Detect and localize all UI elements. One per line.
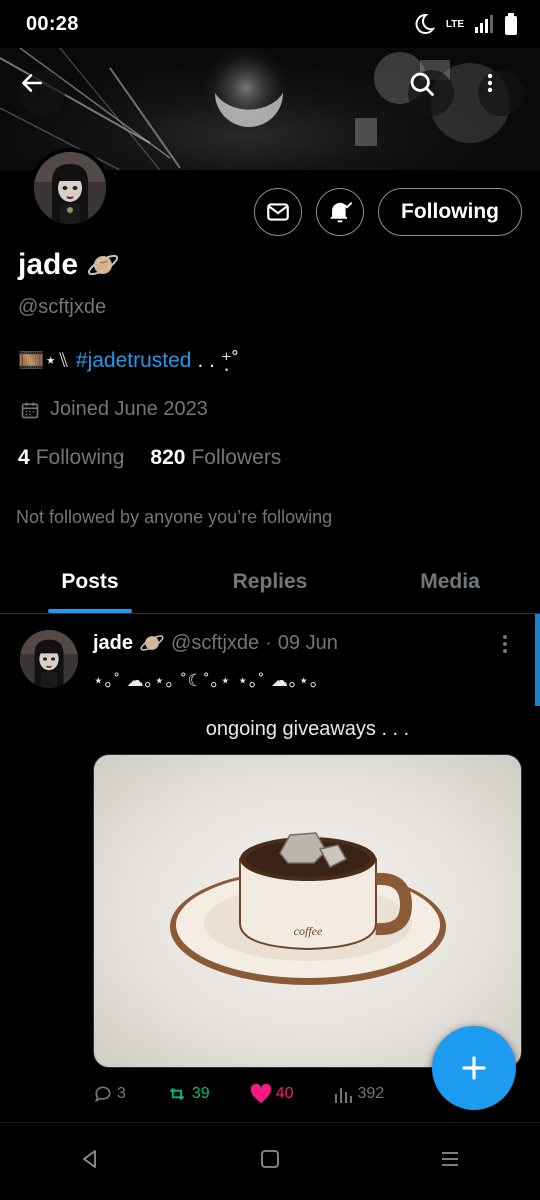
scroll-indicator[interactable] (535, 614, 540, 706)
more-vertical-icon (487, 73, 493, 93)
message-button[interactable] (254, 188, 303, 236)
more-vertical-icon (503, 635, 507, 653)
heart-icon (250, 1084, 271, 1104)
plus-icon (462, 1056, 486, 1080)
profile-bio: 🎞️⋆⑊ #jadetrusted . . ⁺̣˚ (18, 348, 239, 373)
tab-replies[interactable]: Replies (180, 550, 360, 613)
bell-check-icon (330, 202, 353, 223)
profile-avatar[interactable] (30, 148, 110, 228)
nav-back-button[interactable] (79, 1148, 101, 1175)
notifications-button[interactable] (316, 188, 365, 236)
following-count: 4 (18, 446, 30, 469)
nav-recents-button[interactable] (439, 1148, 461, 1175)
joined-text: Joined June 2023 (50, 398, 208, 420)
back-button[interactable] (19, 70, 65, 116)
avatar-image (34, 152, 106, 224)
not-followed-note: Not followed by anyone you’re following (16, 507, 333, 527)
reply-count: 3 (117, 1085, 126, 1102)
following-stat[interactable]: 4 Following (18, 446, 124, 470)
battery-icon (505, 13, 517, 35)
bio-hashtag-link[interactable]: #jadetrusted (76, 349, 192, 373)
post-header: jade @scftjxde · 09 Jun (93, 630, 338, 656)
views-button[interactable]: 392 (334, 1085, 385, 1103)
status-icons: LTE (412, 12, 518, 36)
status-time: 00:28 (26, 12, 79, 35)
like-count: 40 (275, 1085, 294, 1102)
back-arrow-icon (22, 74, 42, 92)
post-decor-line: ⋆｡˚ ☁︎｡⋆｡ ˚☾˚｡⋆ ⋆｡˚ ☁︎｡⋆｡ (93, 671, 320, 690)
post-separator: · (265, 631, 272, 654)
cup-label: coffee (294, 924, 323, 938)
profile-tabs: Posts Replies Media (0, 550, 540, 614)
search-button[interactable] (408, 70, 454, 116)
joined-date: Joined June 2023 (20, 398, 208, 421)
mail-icon (267, 203, 289, 221)
system-nav-bar (0, 1122, 540, 1200)
repost-icon (169, 1088, 185, 1100)
repost-count: 39 (191, 1085, 210, 1102)
tab-posts[interactable]: Posts (0, 550, 180, 613)
bio-prefix: 🎞️⋆⑊ (18, 349, 70, 372)
repost-button[interactable]: 39 (166, 1084, 210, 1104)
moon-icon (415, 13, 436, 34)
nav-home-button[interactable] (259, 1148, 281, 1175)
following-label: Following (35, 446, 125, 469)
views-icon (334, 1088, 352, 1103)
search-icon (410, 72, 434, 96)
reply-button[interactable]: 3 (93, 1084, 126, 1104)
post-more-button[interactable] (496, 632, 514, 661)
post-author-handle[interactable]: @scftjxde (171, 632, 259, 655)
nav-back-icon (83, 1150, 96, 1168)
profile-handle: @scftjxde (18, 296, 107, 318)
like-button[interactable]: 40 (250, 1084, 294, 1104)
compose-post-button[interactable] (432, 1026, 516, 1110)
post-author-name[interactable]: jade (93, 632, 133, 655)
followers-count: 820 (150, 446, 186, 469)
display-name: jade (18, 248, 120, 282)
coffee-cup-image: coffee (170, 832, 446, 985)
more-button[interactable] (478, 70, 524, 116)
followers-stat[interactable]: 820 Followers (150, 446, 281, 470)
profile-actions: Following (254, 188, 522, 236)
post-media-image[interactable]: coffee (93, 754, 522, 1068)
display-name-text: jade (18, 248, 79, 281)
following-button[interactable]: Following (378, 188, 522, 236)
status-bar: 00:28 LTE (0, 0, 540, 48)
reply-icon (94, 1086, 111, 1103)
followers-label: Followers (191, 446, 282, 469)
post-date[interactable]: 09 Jun (278, 632, 338, 655)
views-count: 392 (357, 1085, 385, 1102)
tab-media[interactable]: Media (360, 550, 540, 613)
signal-icon (475, 15, 493, 33)
follow-stats: 4 Following 820 Followers (18, 446, 281, 470)
nav-recents-icon (442, 1152, 458, 1166)
bio-suffix: . . ⁺̣˚ (197, 349, 239, 372)
planet-icon (87, 254, 119, 276)
post-avatar-image (20, 630, 78, 688)
post-avatar[interactable] (20, 630, 78, 688)
network-label: LTE (445, 18, 464, 30)
nav-home-icon (261, 1150, 279, 1168)
post-text: ongoing giveaways . . . (205, 718, 410, 740)
planet-icon (140, 635, 164, 651)
calendar-icon (21, 402, 39, 418)
